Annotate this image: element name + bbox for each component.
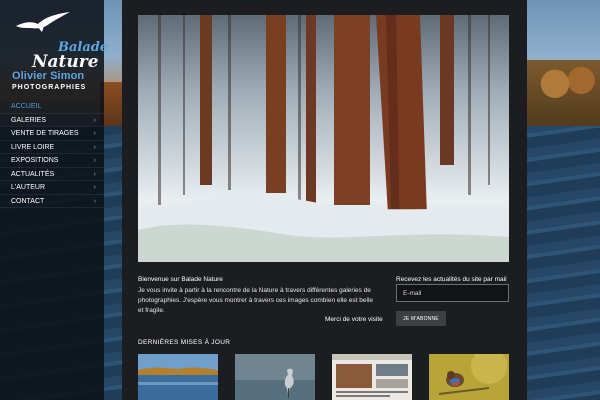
nav-item-vente-de-tirages[interactable]: VENTE DE TIRAGES › (0, 127, 104, 141)
main-nav: ACCUEIL GALERIES › VENTE DE TIRAGES › LIVR… (0, 100, 104, 208)
welcome-text: Je vous invite à partir à la rencontre d… (138, 287, 373, 314)
nav-item-livre-loire[interactable]: LIVRE LOIRE › (0, 141, 104, 154)
chevron-right-icon: › (93, 197, 96, 205)
bird-logo-icon (16, 12, 70, 32)
logo-author: Olivier Simon (12, 70, 85, 82)
background-trees-right (525, 60, 600, 128)
update-thumbnail-article[interactable] (332, 354, 412, 400)
update-thumbnail-bird[interactable] (429, 354, 509, 400)
main-panel: Bienvenue sur Balade Nature Je vous invi… (122, 0, 527, 400)
nav-item-galeries[interactable]: GALERIES › (0, 114, 104, 127)
update-thumbnail-lake[interactable] (138, 354, 218, 400)
nav-item-actualites[interactable]: ACTUALITÉS › (0, 168, 104, 181)
chevron-right-icon: › (93, 184, 96, 191)
hero-photo-snowy-forest[interactable] (138, 15, 509, 262)
chevron-right-icon: › (93, 170, 96, 178)
chevron-right-icon: › (93, 130, 96, 137)
thanks-text: Merci de votre visite (325, 316, 383, 323)
latest-updates-title: DERNIÈRES MISES À JOUR (138, 339, 231, 346)
subscribe-button[interactable]: JE M'ABONNE (396, 311, 446, 326)
email-field[interactable] (396, 284, 509, 302)
nav-item-contact[interactable]: CONTACT › (0, 195, 104, 208)
nav-item-auteur[interactable]: L'AUTEUR › (0, 181, 104, 195)
nav-item-expositions[interactable]: EXPOSITIONS › (0, 154, 104, 168)
newsletter-title: Recevez les actualités du site par mail (396, 276, 507, 283)
sidebar: Balade Nature Olivier Simon PHOTOGRAPHIE… (0, 0, 108, 400)
nav-item-accueil[interactable]: ACCUEIL (0, 100, 104, 114)
chevron-right-icon: › (93, 143, 96, 151)
logo-photographies: PHOTOGRAPHIES (12, 84, 87, 91)
chevron-right-icon: › (93, 157, 96, 164)
snowy-forest-image (138, 15, 509, 262)
welcome-title: Bienvenue sur Balade Nature (138, 276, 223, 283)
update-thumbnail-heron[interactable] (235, 354, 315, 400)
logo-nature: Nature (32, 52, 99, 72)
chevron-right-icon: › (93, 116, 96, 124)
site-logo[interactable]: Balade Nature Olivier Simon PHOTOGRAPHIE… (10, 12, 108, 91)
